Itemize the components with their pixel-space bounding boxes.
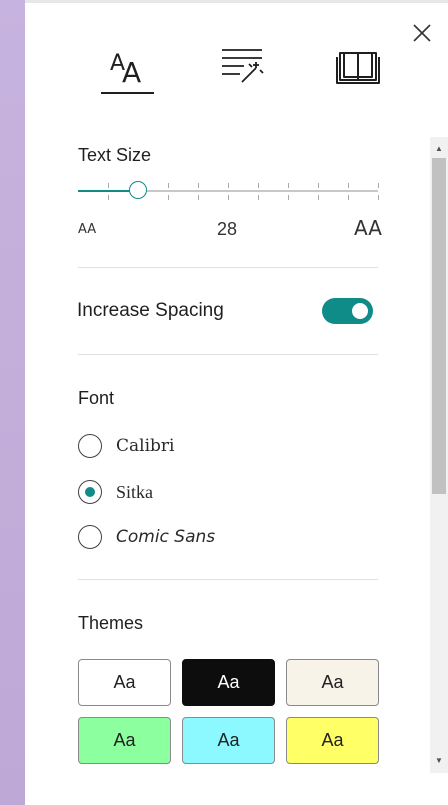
text-size-title: Text Size [78, 145, 152, 165]
font-option-calibri[interactable]: Calibri [78, 433, 174, 459]
slider-tick [228, 195, 229, 200]
scroll-up-arrow[interactable]: ▲ [430, 140, 448, 156]
active-tab-indicator [101, 92, 154, 94]
grammar-sparkle-icon [222, 49, 264, 83]
text-size-increase-glyph: AA [354, 216, 382, 240]
slider-tick [288, 183, 289, 188]
text-size-slider[interactable] [78, 175, 379, 215]
font-option-comic-sans[interactable]: Comic Sans [78, 524, 215, 550]
slider-tick [198, 183, 199, 188]
text-size-icon: A A [110, 51, 141, 89]
slider-tick [348, 195, 349, 200]
background-window-strip [0, 0, 25, 805]
radio-selected-dot [84, 486, 95, 497]
font-option-label: Calibri [116, 436, 175, 456]
themes-title: Themes [78, 613, 144, 633]
divider [78, 267, 378, 268]
theme-cream[interactable]: Aa [286, 659, 379, 706]
radio-button[interactable] [78, 480, 102, 504]
theme-green[interactable]: Aa [78, 717, 171, 764]
theme-yellow[interactable]: Aa [286, 717, 379, 764]
divider [78, 579, 378, 580]
slider-tick [288, 195, 289, 200]
radio-button[interactable] [78, 434, 102, 458]
increase-spacing-toggle[interactable] [322, 298, 373, 324]
slider-tick [258, 195, 259, 200]
tab-text-preferences[interactable]: A A [100, 42, 154, 92]
slider-tick [348, 183, 349, 188]
slider-tick [168, 195, 169, 200]
close-icon [413, 24, 431, 42]
slider-tick [378, 183, 379, 188]
slider-thumb[interactable] [129, 181, 147, 199]
font-option-label: Sitka [116, 481, 154, 502]
slider-tick [258, 183, 259, 188]
slider-tick [108, 183, 109, 188]
font-option-sitka[interactable]: Sitka [78, 479, 153, 505]
slider-tick [108, 195, 109, 200]
slider-tick [228, 183, 229, 188]
tab-grammar-options[interactable] [218, 42, 268, 92]
slider-tick [318, 183, 319, 188]
svg-text:A: A [122, 56, 141, 89]
slider-tick [198, 195, 199, 200]
text-size-decrease-glyph: AA [78, 222, 97, 237]
scroll-down-arrow[interactable]: ▼ [430, 752, 448, 768]
slider-tick [378, 195, 379, 200]
theme-cyan[interactable]: Aa [182, 717, 275, 764]
increase-spacing-label: Increase Spacing [77, 300, 224, 321]
scrollbar-thumb[interactable] [432, 158, 446, 494]
text-size-value: 28 [216, 219, 238, 239]
theme-white[interactable]: Aa [78, 659, 171, 706]
toggle-knob [352, 303, 368, 319]
font-title: Font [78, 388, 115, 408]
theme-black[interactable]: Aa [182, 659, 275, 706]
slider-tick [168, 183, 169, 188]
radio-button[interactable] [78, 525, 102, 549]
slider-tick [318, 195, 319, 200]
close-button[interactable] [411, 22, 433, 44]
divider [78, 354, 378, 355]
open-book-icon [336, 52, 380, 84]
tab-reading-preferences[interactable] [334, 42, 382, 92]
font-option-label: Comic Sans [116, 527, 216, 547]
